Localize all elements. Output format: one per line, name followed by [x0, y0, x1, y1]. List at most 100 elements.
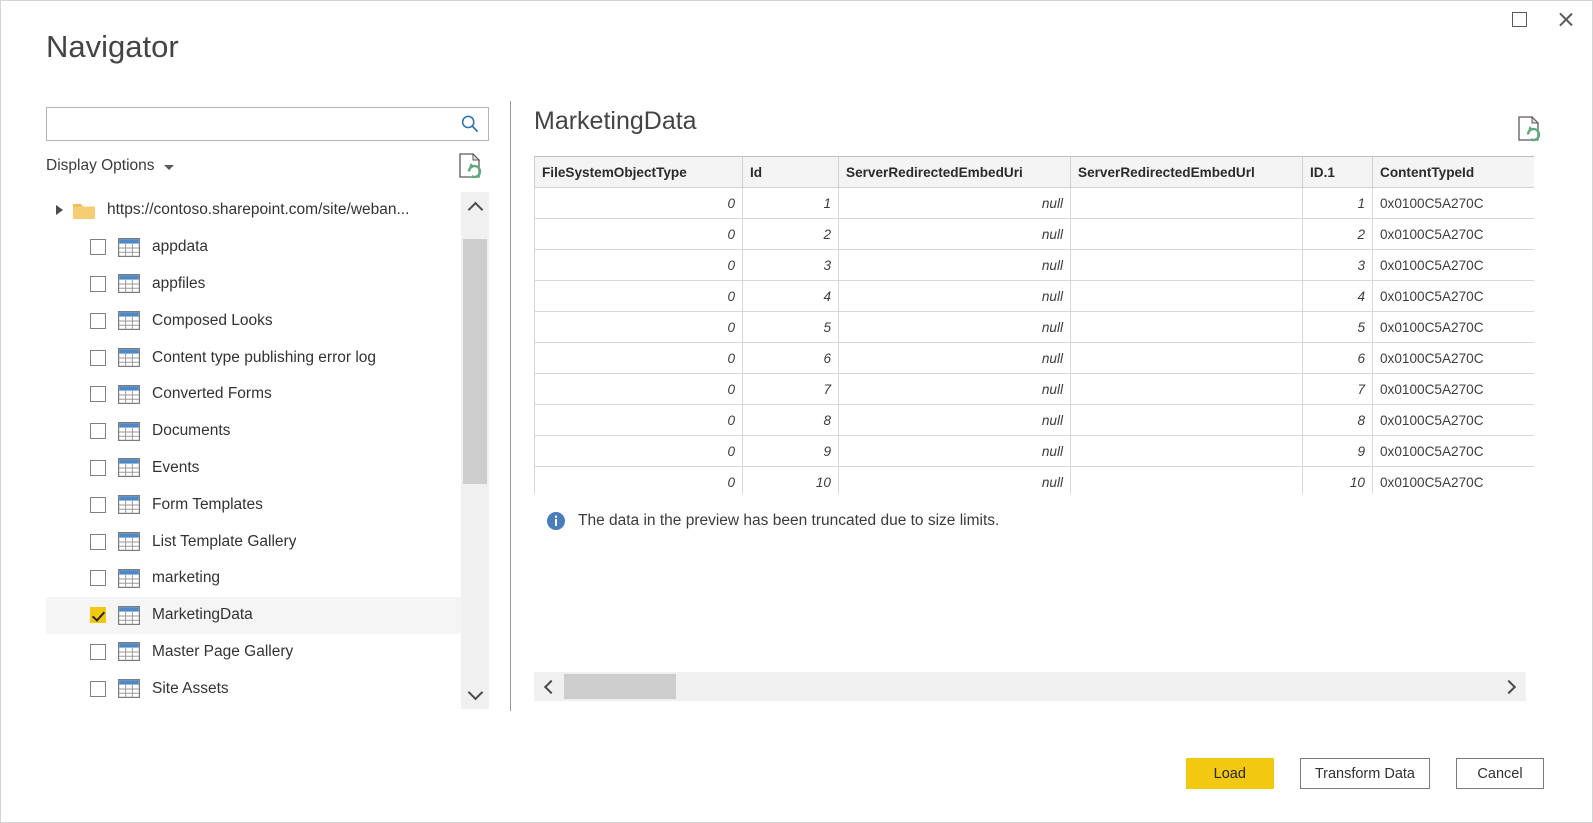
scroll-down-button[interactable] [461, 679, 489, 709]
tree-item[interactable]: Content type publishing error log [46, 339, 461, 376]
table-cell: 3 [743, 250, 839, 281]
tree-item[interactable]: appfiles [46, 266, 461, 303]
tree-item-checkbox[interactable] [90, 644, 106, 660]
tree-item[interactable]: Converted Forms [46, 376, 461, 413]
tree-item[interactable]: Master Page Gallery [46, 634, 461, 671]
tree-item[interactable]: Form Templates [46, 486, 461, 523]
tree-item-checkbox[interactable] [90, 460, 106, 476]
tree-root-label: https://contoso.sharepoint.com/site/weba… [107, 201, 409, 219]
display-options-dropdown[interactable]: Display Options [46, 157, 174, 175]
table-cell: 0x0100C5A270C [1373, 405, 1535, 436]
transform-data-button[interactable]: Transform Data [1300, 758, 1430, 789]
table-row[interactable]: 08null80x0100C5A270C [535, 405, 1535, 436]
close-button[interactable] [1542, 1, 1588, 37]
table-cell: 0 [535, 436, 743, 467]
table-cell [1071, 312, 1303, 343]
scroll-up-button[interactable] [461, 192, 489, 222]
display-options-label: Display Options [46, 157, 155, 175]
tree-item-label: List Template Gallery [152, 533, 296, 551]
table-icon [118, 606, 140, 625]
left-pane: Display Options https://contoso.sharepoi… [46, 107, 489, 709]
tree-item-checkbox[interactable] [90, 607, 106, 623]
table-cell: null [839, 281, 1071, 312]
tree-item-checkbox[interactable] [90, 497, 106, 513]
cancel-button[interactable]: Cancel [1456, 758, 1544, 789]
table-icon [118, 311, 140, 330]
table-cell: 0x0100C5A270C [1373, 250, 1535, 281]
column-header[interactable]: ServerRedirectedEmbedUrl [1071, 157, 1303, 188]
table-cell: 0 [535, 343, 743, 374]
table-row[interactable]: 06null60x0100C5A270C [535, 343, 1535, 374]
column-header[interactable]: ContentTypeId [1373, 157, 1535, 188]
tree-item-label: Converted Forms [152, 385, 272, 403]
preview-table-area[interactable]: FileSystemObjectTypeIdServerRedirectedEm… [534, 156, 1534, 494]
table-cell: 0 [535, 312, 743, 343]
tree-item-checkbox[interactable] [90, 313, 106, 329]
tree-item-checkbox[interactable] [90, 423, 106, 439]
scroll-left-button[interactable] [534, 672, 564, 701]
tree-item[interactable]: Site Assets [46, 670, 461, 707]
tree-item-checkbox[interactable] [90, 570, 106, 586]
search-box[interactable] [46, 107, 489, 141]
table-cell: null [839, 343, 1071, 374]
table-row[interactable]: 07null70x0100C5A270C [535, 374, 1535, 405]
info-icon [546, 511, 566, 531]
tree-item[interactable]: appdata [46, 229, 461, 266]
tree-item-checkbox[interactable] [90, 276, 106, 292]
table-cell [1071, 436, 1303, 467]
table-row[interactable]: 01null10x0100C5A270C [535, 188, 1535, 219]
tree-item[interactable]: Events [46, 450, 461, 487]
table-row[interactable]: 03null30x0100C5A270C [535, 250, 1535, 281]
refresh-document-icon[interactable] [457, 152, 483, 180]
tree-item-label: Site Assets [152, 680, 229, 698]
table-row[interactable]: 09null90x0100C5A270C [535, 436, 1535, 467]
column-header[interactable]: Id [743, 157, 839, 188]
tree-item-label: Events [152, 459, 199, 477]
column-header[interactable]: ServerRedirectedEmbedUri [839, 157, 1071, 188]
table-cell: 10 [743, 467, 839, 495]
table-cell: 0 [535, 467, 743, 495]
chevron-left-icon [544, 679, 558, 693]
preview-horizontal-scrollbar[interactable] [534, 672, 1526, 701]
table-cell [1071, 343, 1303, 374]
table-cell [1071, 281, 1303, 312]
table-cell: 0 [535, 405, 743, 436]
column-header[interactable]: ID.1 [1303, 157, 1373, 188]
table-cell: 0x0100C5A270C [1373, 343, 1535, 374]
tree-item[interactable]: Composed Looks [46, 302, 461, 339]
tree-root-node[interactable]: https://contoso.sharepoint.com/site/weba… [46, 192, 461, 229]
tree-item-checkbox[interactable] [90, 239, 106, 255]
table-cell: null [839, 374, 1071, 405]
navigator-dialog: Navigator Display Options [0, 0, 1593, 823]
table-cell: 4 [1303, 281, 1373, 312]
column-header[interactable]: FileSystemObjectType [535, 157, 743, 188]
tree-vertical-scrollbar[interactable] [461, 192, 489, 709]
scroll-right-button[interactable] [1496, 672, 1526, 701]
table-icon [118, 385, 140, 404]
tree-item[interactable]: marketing [46, 560, 461, 597]
scrollbar-thumb[interactable] [463, 239, 487, 484]
table-row[interactable]: 02null20x0100C5A270C [535, 219, 1535, 250]
table-cell [1071, 188, 1303, 219]
table-row[interactable]: 05null50x0100C5A270C [535, 312, 1535, 343]
refresh-document-icon[interactable] [1516, 115, 1542, 143]
tree-item[interactable]: Documents [46, 413, 461, 450]
tree-item[interactable]: MarketingData [46, 597, 461, 634]
table-row[interactable]: 010null100x0100C5A270C [535, 467, 1535, 495]
truncation-notice-text: The data in the preview has been truncat… [578, 512, 999, 530]
table-row[interactable]: 04null40x0100C5A270C [535, 281, 1535, 312]
tree-item-checkbox[interactable] [90, 386, 106, 402]
tree-item-checkbox[interactable] [90, 350, 106, 366]
table-cell: 0 [535, 188, 743, 219]
hscrollbar-thumb[interactable] [564, 674, 676, 699]
maximize-button[interactable] [1496, 1, 1542, 37]
search-input[interactable] [47, 109, 447, 139]
tree-item[interactable]: List Template Gallery [46, 523, 461, 560]
load-button[interactable]: Load [1186, 758, 1274, 789]
table-cell: 10 [1303, 467, 1373, 495]
tree-item-checkbox[interactable] [90, 534, 106, 550]
table-icon [118, 495, 140, 514]
tree-item-checkbox[interactable] [90, 681, 106, 697]
table-cell: 0x0100C5A270C [1373, 281, 1535, 312]
triangle-expanded-icon[interactable] [56, 205, 63, 215]
